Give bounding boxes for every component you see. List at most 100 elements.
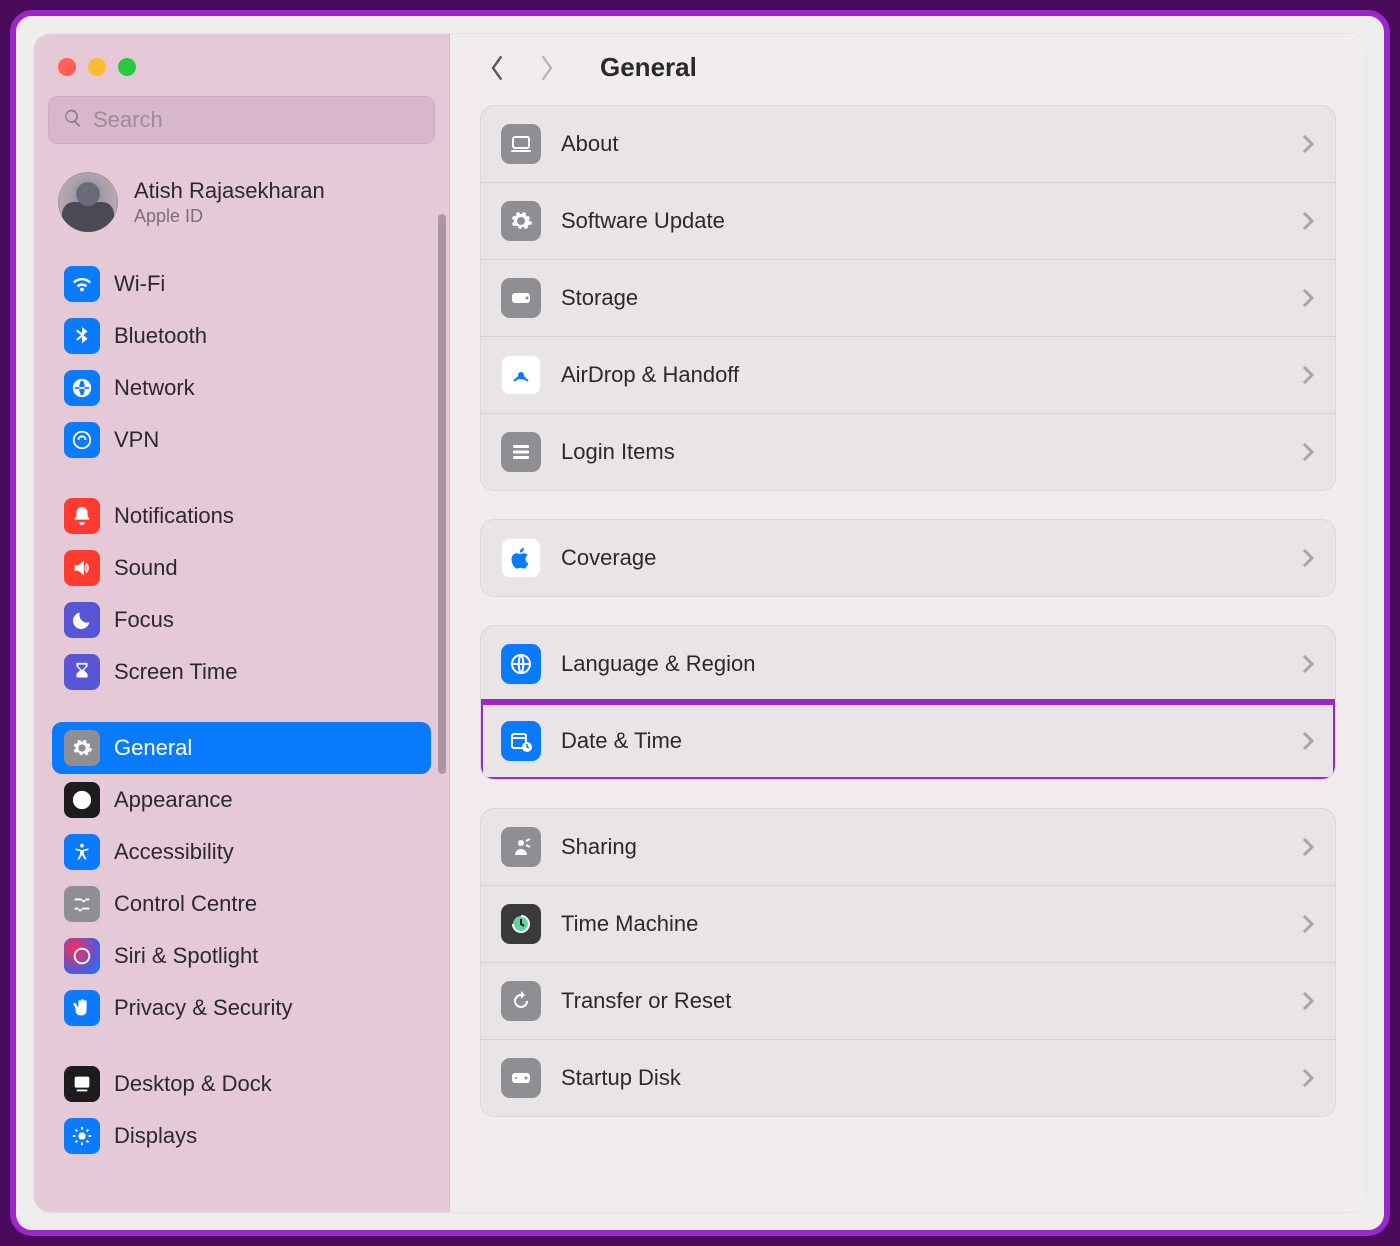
- sidebar-item-network[interactable]: Network: [52, 362, 431, 414]
- brightness-icon: [64, 1118, 100, 1154]
- sidebar-item-desktop-dock[interactable]: Desktop & Dock: [52, 1058, 431, 1110]
- row-airdrop-handoff[interactable]: AirDrop & Handoff: [481, 336, 1335, 413]
- dock-icon: [64, 1066, 100, 1102]
- apple-id-account[interactable]: Atish Rajasekharan Apple ID: [48, 166, 435, 258]
- sidebar-item-label: Control Centre: [114, 891, 257, 917]
- minimize-window-button[interactable]: [88, 58, 106, 76]
- row-label: Startup Disk: [561, 1065, 1301, 1091]
- zoom-window-button[interactable]: [118, 58, 136, 76]
- sidebar-item-label: Desktop & Dock: [114, 1071, 272, 1097]
- sidebar-item-general[interactable]: General: [52, 722, 431, 774]
- wifi-icon: [64, 266, 100, 302]
- apple-icon: [501, 538, 541, 578]
- row-about[interactable]: About: [481, 106, 1335, 182]
- bluetooth-icon: [64, 318, 100, 354]
- hourglass-icon: [64, 654, 100, 690]
- sidebar-item-label: Sound: [114, 555, 178, 581]
- sidebar-item-accessibility[interactable]: Accessibility: [52, 826, 431, 878]
- row-label: Storage: [561, 285, 1301, 311]
- appearance-icon: [64, 782, 100, 818]
- sidebar-item-vpn[interactable]: VPN: [52, 414, 431, 466]
- window-controls: [48, 54, 435, 96]
- sidebar-item-appearance[interactable]: Appearance: [52, 774, 431, 826]
- sidebar-item-screen-time[interactable]: Screen Time: [52, 646, 431, 698]
- panel-system-info: About Software Update Storage AirDrop & …: [480, 105, 1336, 491]
- sidebar-item-bluetooth[interactable]: Bluetooth: [52, 310, 431, 362]
- airdrop-icon: [501, 355, 541, 395]
- sidebar-item-label: Wi-Fi: [114, 271, 165, 297]
- chevron-right-icon: [1301, 836, 1315, 858]
- disk-icon: [501, 278, 541, 318]
- row-label: Sharing: [561, 834, 1301, 860]
- row-label: Time Machine: [561, 911, 1301, 937]
- search-input[interactable]: [93, 107, 420, 133]
- row-label: Software Update: [561, 208, 1301, 234]
- sidebar-item-control-centre[interactable]: Control Centre: [52, 878, 431, 930]
- row-time-machine[interactable]: Time Machine: [481, 885, 1335, 962]
- globe-icon: [64, 370, 100, 406]
- hand-icon: [64, 990, 100, 1026]
- row-label: AirDrop & Handoff: [561, 362, 1301, 388]
- globe-icon: [501, 644, 541, 684]
- chevron-right-icon: [1301, 210, 1315, 232]
- time-machine-icon: [501, 904, 541, 944]
- row-software-update[interactable]: Software Update: [481, 182, 1335, 259]
- close-window-button[interactable]: [58, 58, 76, 76]
- sidebar-item-sound[interactable]: Sound: [52, 542, 431, 594]
- sidebar-group-display: Desktop & Dock Displays: [48, 1058, 435, 1162]
- speaker-icon: [64, 550, 100, 586]
- sidebar-item-label: Notifications: [114, 503, 234, 529]
- row-date-time[interactable]: Date & Time: [481, 702, 1335, 779]
- sidebar-group-alerts: Notifications Sound Focus Screen Time: [48, 490, 435, 698]
- sidebar-item-label: Network: [114, 375, 195, 401]
- sidebar-item-siri[interactable]: Siri & Spotlight: [52, 930, 431, 982]
- chevron-right-icon: [1301, 441, 1315, 463]
- chevron-right-icon: [1301, 653, 1315, 675]
- sidebar-item-label: Displays: [114, 1123, 197, 1149]
- sidebar-group-network: Wi-Fi Bluetooth Network VPN: [48, 258, 435, 466]
- chevron-right-icon: [1301, 990, 1315, 1012]
- row-transfer-reset[interactable]: Transfer or Reset: [481, 962, 1335, 1039]
- sliders-icon: [64, 886, 100, 922]
- gear-icon: [64, 730, 100, 766]
- sidebar-item-label: VPN: [114, 427, 159, 453]
- sidebar-item-displays[interactable]: Displays: [52, 1110, 431, 1162]
- main-content: General About Software Update Storage: [450, 34, 1366, 1212]
- panel-locale: Language & Region Date & Time: [480, 625, 1336, 780]
- row-sharing[interactable]: Sharing: [481, 809, 1335, 885]
- sidebar-item-notifications[interactable]: Notifications: [52, 490, 431, 542]
- bell-icon: [64, 498, 100, 534]
- row-language-region[interactable]: Language & Region: [481, 626, 1335, 702]
- sidebar: Atish Rajasekharan Apple ID Wi-Fi Blueto…: [34, 34, 450, 1212]
- sidebar-scrollbar[interactable]: [438, 214, 446, 774]
- row-label: About: [561, 131, 1301, 157]
- panel-coverage: Coverage: [480, 519, 1336, 597]
- siri-icon: [64, 938, 100, 974]
- sidebar-item-wifi[interactable]: Wi-Fi: [52, 258, 431, 310]
- account-sub: Apple ID: [134, 206, 325, 227]
- chevron-right-icon: [1301, 730, 1315, 752]
- search-field[interactable]: [48, 96, 435, 144]
- forward-button[interactable]: [532, 54, 560, 82]
- sidebar-item-label: Bluetooth: [114, 323, 207, 349]
- laptop-icon: [501, 124, 541, 164]
- sidebar-item-privacy[interactable]: Privacy & Security: [52, 982, 431, 1034]
- sidebar-item-label: Privacy & Security: [114, 995, 293, 1021]
- sidebar-group-system: General Appearance Accessibility Control…: [48, 722, 435, 1034]
- row-storage[interactable]: Storage: [481, 259, 1335, 336]
- row-coverage[interactable]: Coverage: [481, 520, 1335, 596]
- row-login-items[interactable]: Login Items: [481, 413, 1335, 490]
- row-label: Transfer or Reset: [561, 988, 1301, 1014]
- back-button[interactable]: [484, 54, 512, 82]
- page-title: General: [600, 52, 697, 83]
- avatar: [58, 172, 118, 232]
- sidebar-item-focus[interactable]: Focus: [52, 594, 431, 646]
- settings-window: Atish Rajasekharan Apple ID Wi-Fi Blueto…: [34, 34, 1366, 1212]
- vpn-icon: [64, 422, 100, 458]
- sidebar-item-label: Appearance: [114, 787, 233, 813]
- panel-utilities: Sharing Time Machine Transfer or Reset S…: [480, 808, 1336, 1117]
- row-startup-disk[interactable]: Startup Disk: [481, 1039, 1335, 1116]
- sidebar-item-label: Siri & Spotlight: [114, 943, 258, 969]
- chevron-right-icon: [1301, 1067, 1315, 1089]
- moon-icon: [64, 602, 100, 638]
